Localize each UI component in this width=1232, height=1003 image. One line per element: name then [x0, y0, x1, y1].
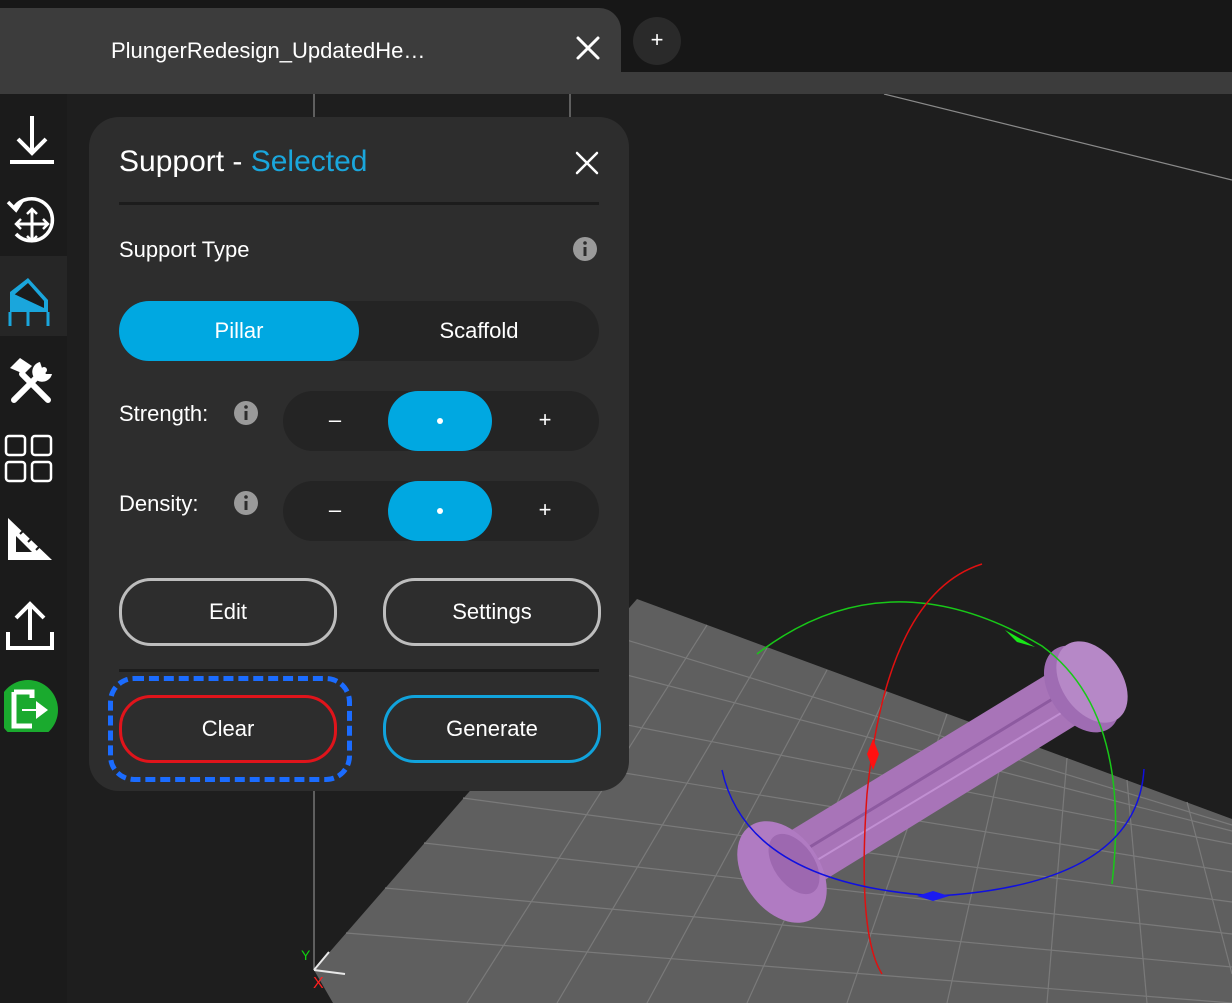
strength-stepper: – + — [283, 391, 599, 451]
panel-title-state: Selected — [250, 145, 368, 178]
arrange-grid-icon — [4, 434, 53, 483]
support-type-label: Support Type — [119, 237, 250, 262]
strength-label: Strength: — [119, 401, 209, 426]
rotate-move-icon — [6, 197, 55, 243]
strength-decrease-button[interactable]: – — [283, 391, 387, 451]
density-stepper: – + — [283, 481, 599, 541]
settings-button[interactable]: Settings — [383, 578, 601, 646]
support-type-toggle: Pillar Scaffold — [119, 301, 599, 361]
density-info-icon[interactable] — [233, 490, 259, 516]
strength-increase-button[interactable]: + — [493, 391, 597, 451]
close-tab-icon[interactable] — [572, 32, 604, 64]
sidebar-item-arrange[interactable] — [0, 416, 67, 496]
tab-title: PlungerRedesign_UpdatedHe… — [111, 38, 426, 63]
support-panel: Support - Selected Support Type Pillar S… — [89, 117, 629, 791]
new-tab-button[interactable]: + — [633, 17, 681, 65]
support-icon — [8, 278, 50, 326]
support-type-scaffold[interactable]: Scaffold — [359, 301, 599, 361]
info-icon[interactable] — [572, 236, 598, 262]
density-label: Density: — [119, 491, 199, 516]
divider-bottom — [119, 669, 599, 672]
density-level-dot — [437, 508, 443, 515]
document-tab[interactable]: PlungerRedesign_UpdatedHe… — [0, 8, 621, 94]
upload-icon — [6, 601, 54, 650]
strength-value[interactable] — [388, 391, 492, 451]
panel-title-text: Support - — [119, 145, 251, 178]
panel-title: Support - Selected — [119, 145, 367, 179]
generate-button[interactable]: Generate — [383, 695, 601, 763]
sidebar-item-transform[interactable] — [0, 174, 67, 254]
sidebar-item-tools[interactable] — [0, 336, 67, 416]
clear-button[interactable]: Clear — [119, 695, 337, 763]
strength-level-dot — [437, 418, 443, 425]
exit-icon — [4, 680, 58, 732]
svg-text:Y: Y — [301, 947, 311, 963]
measure-ruler-icon — [8, 518, 52, 560]
sidebar-item-download[interactable] — [0, 94, 67, 174]
sidebar-item-export[interactable] — [0, 580, 67, 660]
sidebar-item-exit[interactable] — [0, 660, 67, 740]
sidebar-item-support[interactable] — [0, 256, 67, 336]
tools-icon — [10, 358, 52, 403]
density-value[interactable] — [388, 481, 492, 541]
download-icon — [10, 116, 54, 164]
tab-bar: PlungerRedesign_UpdatedHe… + — [0, 0, 1232, 94]
divider-top — [119, 202, 599, 205]
left-toolbar — [0, 94, 67, 1003]
support-type-pillar[interactable]: Pillar — [119, 301, 359, 361]
sidebar-item-measure[interactable] — [0, 498, 67, 578]
svg-text:X: X — [313, 975, 324, 992]
strength-info-icon[interactable] — [233, 400, 259, 426]
close-panel-icon[interactable] — [571, 147, 603, 179]
density-increase-button[interactable]: + — [493, 481, 597, 541]
density-decrease-button[interactable]: – — [283, 481, 387, 541]
edit-button[interactable]: Edit — [119, 578, 337, 646]
